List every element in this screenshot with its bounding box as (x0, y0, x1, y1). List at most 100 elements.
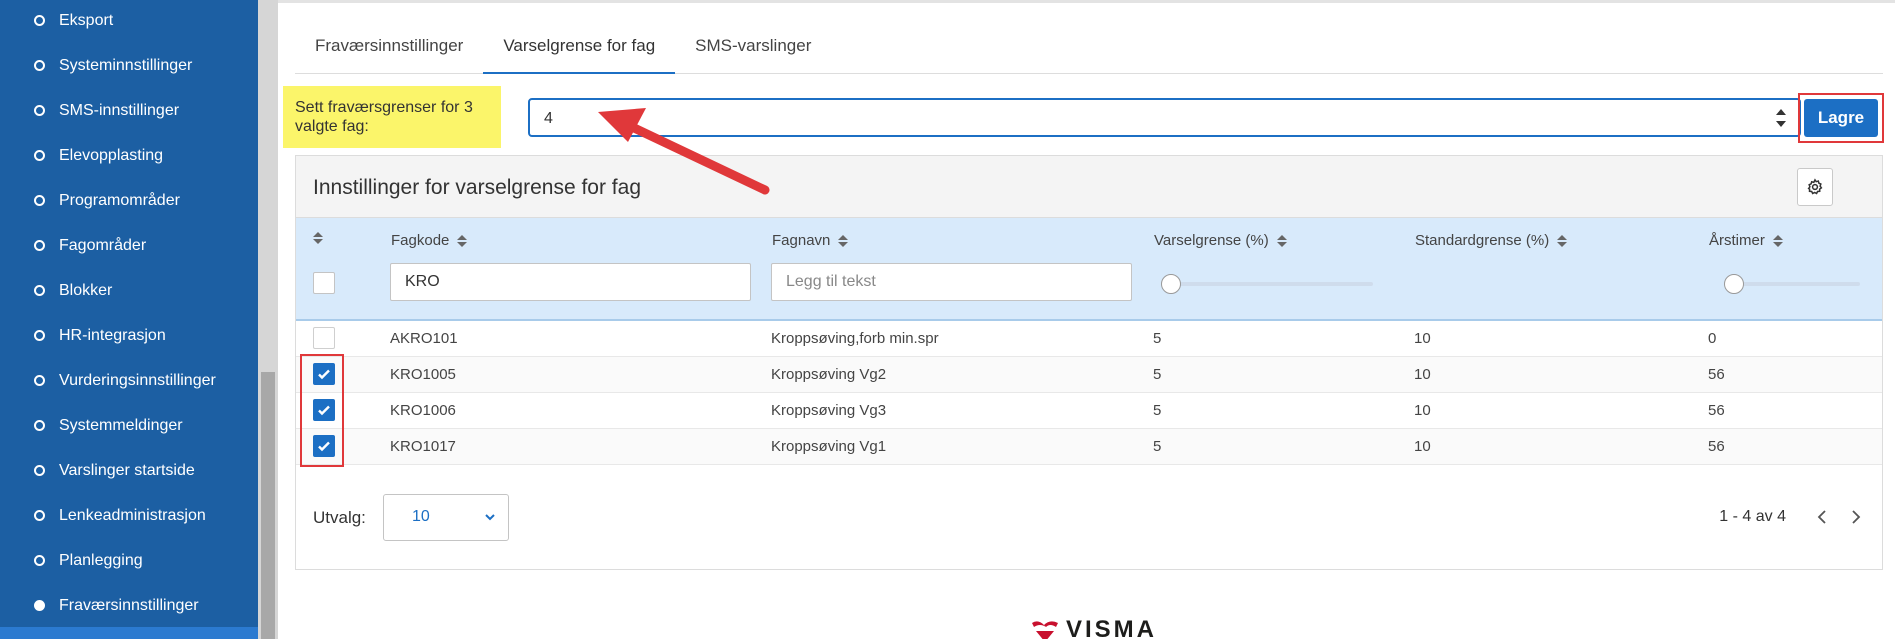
subject-limits-panel: Innstillinger for varselgrense for fag F… (295, 155, 1883, 570)
sidebar-item-label: Planlegging (59, 551, 143, 569)
circle-icon (34, 420, 45, 431)
row-checkbox[interactable] (313, 327, 335, 349)
sidebar-item-label: Vurderingsinnstillinger (59, 371, 216, 389)
sidebar-item-label: Fraværsinnstillinger (59, 596, 199, 614)
tab-varselgrense-for-fag[interactable]: Varselgrense for fag (483, 26, 676, 74)
limit-value-input[interactable]: 4 (528, 98, 1801, 137)
cell-fagnavn: Kroppsøving Vg1 (771, 438, 887, 455)
sidebar-item-hr-integrasjon[interactable]: HR-integrasjon (0, 313, 258, 358)
circle-icon (34, 555, 45, 566)
circle-icon (34, 105, 45, 116)
sidebar-item-fagomrader[interactable]: Fagområder (0, 223, 258, 268)
panel-header: Innstillinger for varselgrense for fag (296, 156, 1882, 218)
pagination-text: 1 - 4 av 4 (1719, 508, 1786, 525)
sidebar-item-label: Elevopplasting (59, 146, 164, 164)
sidebar-item-label: Systeminnstillinger (59, 56, 193, 74)
slider-handle[interactable] (1724, 274, 1744, 294)
sort-icon[interactable] (457, 234, 468, 247)
save-button[interactable]: Lagre (1804, 99, 1878, 137)
column-header-fagkode[interactable]: Fagkode (391, 232, 468, 249)
filled-circle-icon (34, 600, 45, 611)
sidebar-item-label: Eksport (59, 11, 114, 29)
gear-icon (1807, 178, 1823, 195)
visma-logo: VISMA (1030, 616, 1157, 639)
sidebar-item-systeminnstillinger[interactable]: Systeminnstillinger (0, 43, 258, 88)
circle-icon (34, 60, 45, 71)
sort-icon[interactable] (1276, 234, 1287, 247)
select-all-sort[interactable] (313, 232, 323, 244)
cell-varselgrense: 5 (1153, 402, 1162, 419)
main-content: Fraværsinnstillinger Varselgrense for fa… (278, 0, 1895, 639)
sidebar-item-label: SMS-innstillinger (59, 101, 180, 119)
table-row[interactable]: KRO1005 Kroppsøving Vg2 5 10 56 (296, 357, 1882, 393)
sidebar-item-label: Lenkeadministrasjon (59, 506, 206, 524)
chevron-down-icon (485, 514, 495, 521)
circle-icon (34, 150, 45, 161)
settings-button[interactable] (1797, 168, 1833, 206)
sidebar-item-label: HR-integrasjon (59, 326, 166, 344)
cell-fagnavn: Kroppsøving Vg3 (771, 402, 887, 419)
sidebar-item-varslinger-startside[interactable]: Varslinger startside (0, 448, 258, 493)
sidebar-item-blokker[interactable]: Blokker (0, 268, 258, 313)
column-label: Standardgrense (%) (1415, 232, 1550, 249)
column-header-fagnavn[interactable]: Fagnavn (772, 232, 849, 249)
circle-icon (34, 375, 45, 386)
sidebar-item-planlegging[interactable]: Planlegging (0, 538, 258, 583)
sidebar-item-systemmeldinger[interactable]: Systemmeldinger (0, 403, 258, 448)
slider-handle[interactable] (1161, 274, 1181, 294)
cell-standardgrense: 10 (1414, 366, 1431, 383)
page-size-label: Utvalg: (313, 508, 366, 527)
number-spinner[interactable] (1775, 109, 1787, 127)
cell-arstimer: 56 (1708, 366, 1725, 383)
circle-icon (34, 465, 45, 476)
spinner-down-icon[interactable] (1776, 121, 1786, 127)
sidebar-item-elevopplasting[interactable]: Elevopplasting (0, 133, 258, 178)
select-all-checkbox[interactable] (313, 272, 335, 294)
fagnavn-filter-input[interactable]: Legg til tekst (771, 263, 1132, 301)
tab-fravaersinnstillinger[interactable]: Fraværsinnstillinger (295, 26, 483, 74)
sidebar-item-sms-innstillinger[interactable]: SMS-innstillinger (0, 88, 258, 133)
sidebar-item-programomrader[interactable]: Programområder (0, 178, 258, 223)
sidebar-scrollbar-thumb[interactable] (261, 372, 275, 639)
table-header: Fagkode Fagnavn Varselgrense (%) Standar… (296, 218, 1882, 321)
tab-sms-varslinger[interactable]: SMS-varslinger (675, 26, 831, 74)
chevron-left-icon[interactable] (1816, 509, 1828, 525)
fagkode-filter-input[interactable]: KRO (390, 263, 751, 301)
sidebar-item-label: Fagområder (59, 236, 147, 254)
column-header-arstimer[interactable]: Årstimer (1709, 232, 1783, 249)
sidebar-next-item-edge (0, 627, 258, 639)
cell-arstimer: 0 (1708, 330, 1717, 347)
varselgrense-slider[interactable] (1161, 274, 1373, 294)
cell-fagkode: KRO1006 (390, 402, 456, 419)
sidebar-item-lenkeadministrasjon[interactable]: Lenkeadministrasjon (0, 493, 258, 538)
cell-arstimer: 56 (1708, 438, 1725, 455)
column-header-standardgrense[interactable]: Standardgrense (%) (1415, 232, 1568, 249)
sort-icon[interactable] (313, 232, 323, 244)
cell-standardgrense: 10 (1414, 330, 1431, 347)
sort-icon[interactable] (838, 234, 849, 247)
spinner-up-icon[interactable] (1776, 109, 1786, 115)
circle-icon (34, 285, 45, 296)
pagination: 1 - 4 av 4 (1719, 508, 1862, 526)
cell-standardgrense: 10 (1414, 438, 1431, 455)
sort-icon[interactable] (1557, 234, 1568, 247)
table-row[interactable]: AKRO101 Kroppsøving,forb min.spr 5 10 0 (296, 321, 1882, 357)
circle-icon (34, 330, 45, 341)
sidebar-item-fravaersinnstillinger[interactable]: Fraværsinnstillinger (0, 583, 258, 628)
limit-value-text: 4 (544, 110, 553, 127)
arstimer-slider[interactable] (1724, 274, 1860, 294)
page-size-select[interactable]: 10 (383, 494, 509, 541)
chevron-right-icon[interactable] (1850, 509, 1862, 525)
sidebar-item-vurderingsinnstillinger[interactable]: Vurderingsinnstillinger (0, 358, 258, 403)
cell-fagkode: AKRO101 (390, 330, 458, 347)
table-row[interactable]: KRO1017 Kroppsøving Vg1 5 10 56 (296, 429, 1882, 465)
column-header-varselgrense[interactable]: Varselgrense (%) (1154, 232, 1287, 249)
sort-icon[interactable] (1772, 234, 1783, 247)
sidebar-item-eksport[interactable]: Eksport (0, 0, 258, 43)
logo-mark-icon (1032, 620, 1058, 639)
tab-bar: Fraværsinnstillinger Varselgrense for fa… (295, 26, 1883, 74)
cell-varselgrense: 5 (1153, 330, 1162, 347)
sidebar-item-label: Programområder (59, 191, 180, 209)
table-row[interactable]: KRO1006 Kroppsøving Vg3 5 10 56 (296, 393, 1882, 429)
panel-title: Innstillinger for varselgrense for fag (313, 176, 641, 199)
